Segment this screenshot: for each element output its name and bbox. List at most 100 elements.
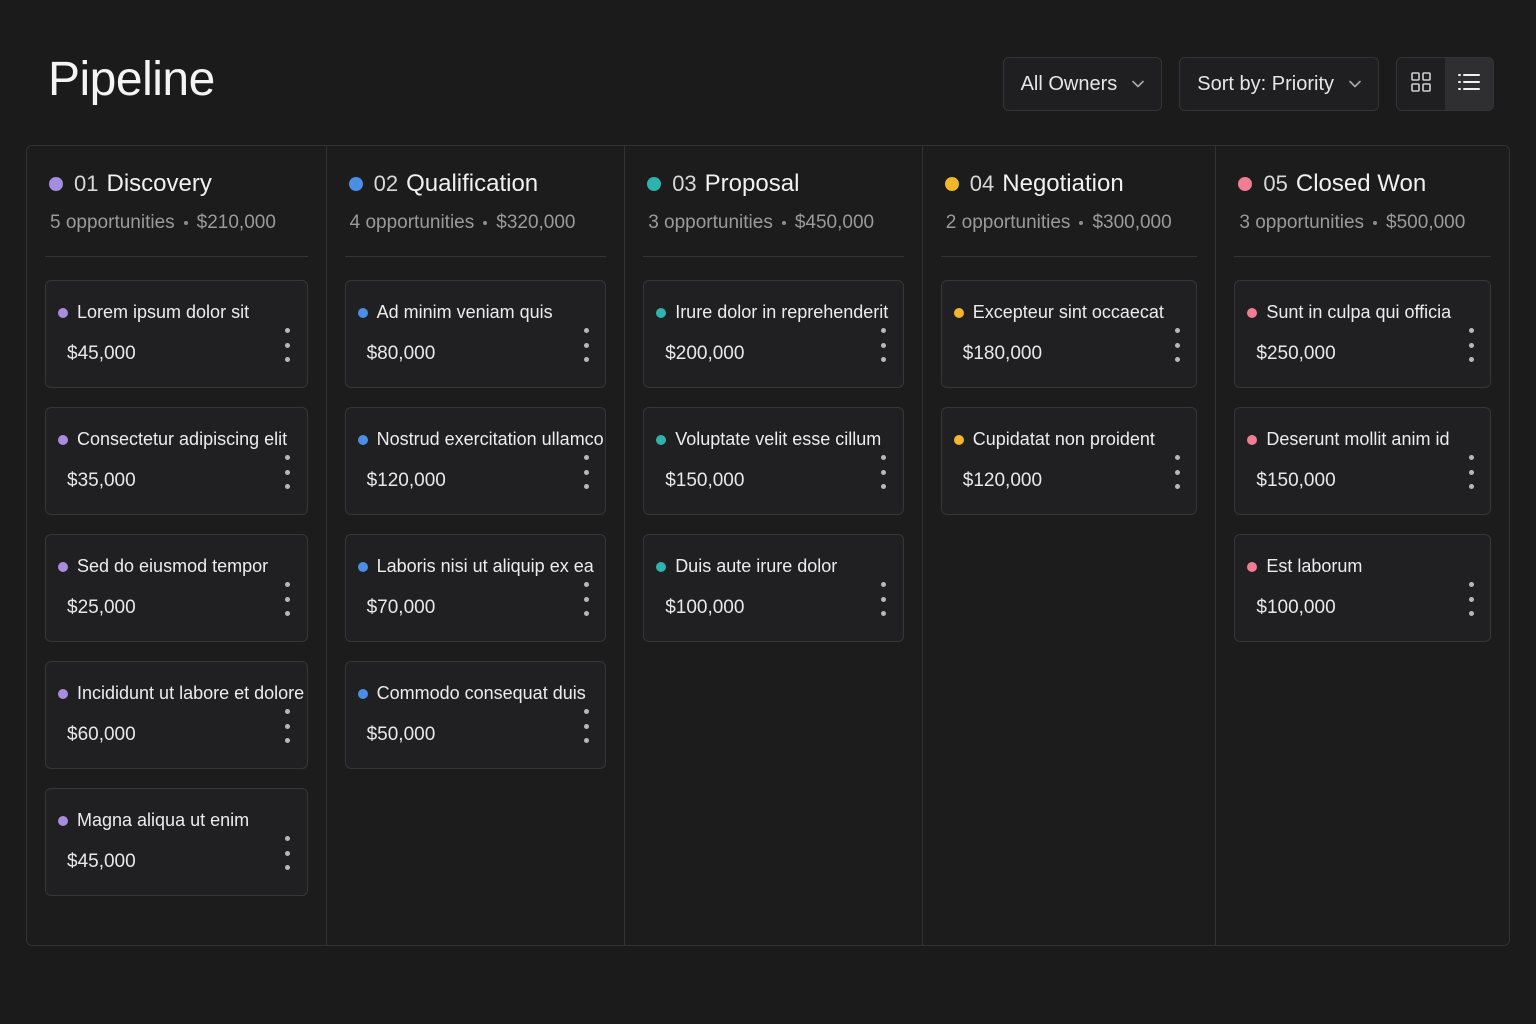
more-vertical-icon[interactable]	[1174, 455, 1180, 489]
column-title: 02 Qualification	[348, 170, 539, 198]
card-list: Irure dolor in reprehenderit $200,000 Vo…	[643, 280, 904, 661]
opportunity-title-row: Cupidatat non proident	[953, 429, 1155, 450]
opportunity-amount: $250,000	[1256, 343, 1336, 364]
chevron-down-icon	[1131, 77, 1145, 91]
column-title: 01 Discovery	[49, 170, 212, 198]
more-vertical-icon[interactable]	[1174, 328, 1180, 362]
more-vertical-icon[interactable]	[285, 836, 291, 870]
more-vertical-icon[interactable]	[1468, 582, 1474, 616]
opportunity-amount: $120,000	[962, 470, 1043, 491]
more-vertical-icon[interactable]	[285, 582, 291, 616]
column-summary: 4 opportunities $320,000	[350, 212, 576, 234]
opportunity-card[interactable]: Deserunt mollit anim id $150,000	[1234, 407, 1491, 515]
opportunity-amount: $50,000	[366, 724, 436, 745]
stage-color-dot	[953, 307, 964, 318]
opportunity-amount: $100,000	[665, 597, 745, 618]
card-list: Excepteur sint occaecat $180,000 Cupidat…	[940, 280, 1198, 534]
list-view-button[interactable]	[1445, 58, 1493, 110]
stage-color-dot	[1247, 561, 1258, 572]
owner-filter-label: All Owners	[1020, 72, 1118, 95]
opportunity-title: Duis aute irure dolor	[675, 556, 838, 576]
opportunity-card[interactable]: Voluptate velit esse cillum $150,000	[643, 407, 904, 515]
opportunity-card[interactable]: Laboris nisi ut aliquip ex ea $70,000	[344, 534, 607, 642]
separator-dot	[1373, 221, 1378, 225]
opportunity-card[interactable]: Sed do eiusmod tempor $25,000	[45, 534, 308, 642]
opportunity-card[interactable]: Lorem ipsum dolor sit $45,000	[45, 280, 308, 388]
opportunity-title-row: Irure dolor in reprehenderit	[656, 302, 888, 323]
more-vertical-icon[interactable]	[285, 328, 291, 362]
opportunity-title-row: Incididunt ut labore et dolore	[58, 683, 304, 704]
column-negotiation: 04 Negotiation 2 opportunities $300,000 …	[923, 146, 1217, 945]
owner-filter-dropdown[interactable]: All Owners	[1002, 57, 1163, 111]
opportunity-title-row: Duis aute irure dolor	[656, 556, 837, 577]
grid-view-button[interactable]	[1397, 58, 1445, 110]
opportunity-title-row: Voluptate velit esse cillum	[656, 429, 881, 450]
column-summary: 5 opportunities $210,000	[50, 212, 276, 234]
stage-color-dot	[944, 177, 959, 191]
column-closed-won: 05 Closed Won 3 opportunities $500,000 S…	[1216, 146, 1509, 945]
more-vertical-icon[interactable]	[881, 328, 887, 362]
stage-name: Closed Won	[1295, 170, 1427, 197]
more-vertical-icon[interactable]	[881, 582, 887, 616]
opportunity-title: Magna aliqua ut enim	[77, 810, 250, 830]
stage-name: Qualification	[406, 170, 539, 197]
opportunity-card[interactable]: Magna aliqua ut enim $45,000	[45, 788, 308, 896]
opportunity-card[interactable]: Sunt in culpa qui officia $250,000	[1234, 280, 1491, 388]
card-list: Sunt in culpa qui officia $250,000 Deser…	[1234, 280, 1491, 661]
stage-number: 01	[74, 171, 99, 196]
more-vertical-icon[interactable]	[881, 455, 887, 489]
more-vertical-icon[interactable]	[1468, 328, 1474, 362]
toolbar: All Owners Sort by: Priority	[1002, 57, 1494, 111]
opportunity-card[interactable]: Est laborum $100,000	[1234, 534, 1491, 642]
stage-color-dot	[58, 815, 68, 826]
more-vertical-icon[interactable]	[285, 455, 291, 489]
more-vertical-icon[interactable]	[583, 328, 589, 362]
stage-color-dot	[647, 177, 662, 191]
opportunity-card[interactable]: Nostrud exercitation ullamco $120,000	[344, 407, 607, 515]
stage-color-dot	[656, 307, 667, 318]
sort-dropdown[interactable]: Sort by: Priority	[1179, 57, 1379, 111]
opportunity-title: Ad minim veniam quis	[376, 302, 553, 322]
stage-number: 03	[672, 171, 697, 196]
stage-color-dot	[656, 561, 667, 572]
sort-label: Sort by: Priority	[1197, 72, 1334, 95]
more-vertical-icon[interactable]	[1468, 455, 1474, 489]
stage-color-dot	[357, 434, 368, 445]
separator-dot	[781, 221, 786, 225]
opportunity-title-row: Laboris nisi ut aliquip ex ea	[357, 556, 594, 577]
opportunity-title-row: Ad minim veniam quis	[357, 302, 553, 323]
opportunity-title: Sed do eiusmod tempor	[77, 556, 269, 576]
grid-icon	[1410, 71, 1432, 98]
opportunity-card[interactable]: Ad minim veniam quis $80,000	[344, 280, 607, 388]
opportunity-title-row: Magna aliqua ut enim	[58, 810, 249, 831]
column-header: 02 Qualification 4 opportunities $320,00…	[344, 146, 607, 257]
opportunity-amount: $200,000	[665, 343, 745, 364]
stage-name: Negotiation	[1002, 170, 1124, 197]
opportunity-title: Commodo consequat duis	[376, 683, 586, 703]
opportunity-card[interactable]: Irure dolor in reprehenderit $200,000	[643, 280, 904, 388]
stage-color-dot	[58, 561, 68, 572]
opportunity-amount: $150,000	[665, 470, 745, 491]
column-header: 05 Closed Won 3 opportunities $500,000	[1234, 146, 1491, 257]
opportunity-card[interactable]: Consectetur adipiscing elit $35,000	[45, 407, 308, 515]
opportunity-card[interactable]: Duis aute irure dolor $100,000	[643, 534, 904, 642]
opportunity-card[interactable]: Excepteur sint occaecat $180,000	[940, 280, 1198, 388]
more-vertical-icon[interactable]	[583, 455, 589, 489]
opportunity-amount: $150,000	[1256, 470, 1336, 491]
more-vertical-icon[interactable]	[583, 582, 589, 616]
more-vertical-icon[interactable]	[285, 709, 291, 743]
opportunity-amount: $45,000	[67, 851, 136, 872]
opportunity-card[interactable]: Commodo consequat duis $50,000	[344, 661, 607, 769]
view-toggle	[1396, 57, 1494, 111]
opportunity-title-row: Lorem ipsum dolor sit	[58, 302, 249, 323]
page-title: Pipeline	[48, 53, 215, 106]
more-vertical-icon[interactable]	[583, 709, 589, 743]
opportunity-title: Nostrud exercitation ullamco	[376, 429, 604, 449]
column-summary: 3 opportunities $450,000	[648, 212, 874, 234]
stage-name: Proposal	[704, 170, 800, 197]
opportunity-title: Deserunt mollit anim id	[1266, 429, 1450, 449]
opportunity-card[interactable]: Cupidatat non proident $120,000	[940, 407, 1198, 515]
pipeline-board: 01 Discovery 5 opportunities $210,000 Lo…	[26, 145, 1510, 946]
opportunity-title-row: Commodo consequat duis	[357, 683, 586, 704]
opportunity-card[interactable]: Incididunt ut labore et dolore $60,000	[45, 661, 308, 769]
